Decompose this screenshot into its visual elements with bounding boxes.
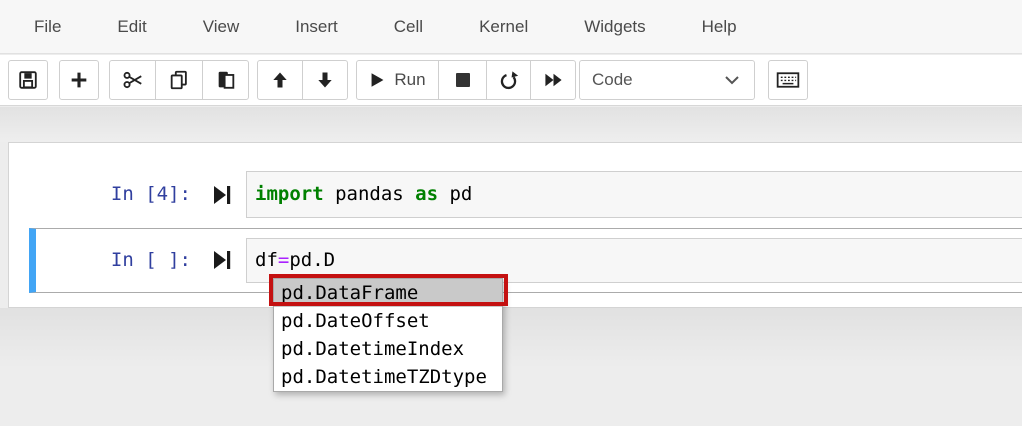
- interrupt-kernel-button[interactable]: [438, 60, 487, 100]
- save-icon: [17, 69, 39, 91]
- code-token: df: [255, 249, 278, 271]
- edit-button-group: [109, 60, 249, 100]
- restart-run-all-button[interactable]: [530, 60, 576, 100]
- menu-file[interactable]: File: [34, 17, 61, 37]
- header-shadow-band: [0, 107, 1022, 142]
- menu-cell[interactable]: Cell: [394, 17, 423, 37]
- autocomplete-dropdown: pd.DataFrame pd.DateOffset pd.DatetimeIn…: [273, 278, 503, 392]
- arrow-up-icon: [270, 70, 290, 90]
- add-cell-button[interactable]: [59, 60, 99, 100]
- completion-item-dateoffset[interactable]: pd.DateOffset: [274, 307, 502, 335]
- play-icon: [369, 71, 386, 89]
- plus-icon: [68, 69, 90, 91]
- input-prompt-cell-1: In [4]:: [110, 183, 191, 205]
- code-cell-2-editor[interactable]: df=pd.D: [246, 238, 1022, 283]
- notebook-container: In [4]: import pandas as pd In [ ]: df=p…: [8, 142, 1022, 308]
- menu-widgets[interactable]: Widgets: [584, 17, 645, 37]
- input-prompt-cell-2: In [ ]:: [110, 249, 191, 271]
- code-cell-1-editor[interactable]: import pandas as pd: [246, 171, 1022, 218]
- menubar: File Edit View Insert Cell Kernel Widget…: [0, 0, 1022, 54]
- keyboard-icon: [776, 71, 800, 89]
- code-token: as: [415, 183, 439, 205]
- run-button-label: Run: [394, 70, 426, 89]
- copy-button[interactable]: [155, 60, 203, 100]
- run-cell-marker-icon[interactable]: [214, 250, 231, 275]
- command-palette-button[interactable]: [768, 60, 808, 100]
- menu-edit[interactable]: Edit: [117, 17, 146, 37]
- move-cell-down-button[interactable]: [302, 60, 348, 100]
- cell-type-select[interactable]: Code: [579, 60, 755, 100]
- cell-type-value: Code: [592, 70, 633, 89]
- restart-kernel-button[interactable]: [486, 60, 531, 100]
- save-button[interactable]: [8, 60, 48, 100]
- arrow-down-icon: [315, 70, 335, 90]
- run-cell-marker-icon[interactable]: [214, 185, 231, 210]
- chevron-down-icon: [724, 70, 740, 90]
- completion-item-dataframe[interactable]: pd.DataFrame: [274, 279, 502, 307]
- paste-icon: [215, 69, 237, 91]
- scissors-icon: [122, 69, 144, 91]
- code-token: pd.D: [289, 249, 336, 271]
- code-token: import: [255, 183, 324, 205]
- menu-kernel[interactable]: Kernel: [479, 17, 528, 37]
- code-token: =: [277, 249, 290, 271]
- completion-item-datetimeindex[interactable]: pd.DatetimeIndex: [274, 335, 502, 363]
- paste-button[interactable]: [202, 60, 249, 100]
- fast-forward-icon: [543, 71, 564, 89]
- move-button-group: [257, 60, 348, 100]
- toolbar: Run Code: [0, 55, 1022, 106]
- move-cell-up-button[interactable]: [257, 60, 303, 100]
- run-button[interactable]: Run: [356, 60, 439, 100]
- menu-insert[interactable]: Insert: [295, 17, 338, 37]
- menu-view[interactable]: View: [203, 17, 240, 37]
- run-button-group: Run: [356, 60, 576, 100]
- completion-item-datetimetzdtype[interactable]: pd.DatetimeTZDtype: [274, 363, 502, 391]
- cut-button[interactable]: [109, 60, 156, 100]
- code-token: pandas: [323, 183, 416, 205]
- copy-icon: [168, 69, 190, 91]
- stop-icon: [453, 70, 473, 90]
- menu-help[interactable]: Help: [702, 17, 737, 37]
- notebook-bottom-shadow: [0, 308, 1022, 368]
- code-token: pd: [438, 183, 473, 205]
- restart-icon: [498, 70, 519, 91]
